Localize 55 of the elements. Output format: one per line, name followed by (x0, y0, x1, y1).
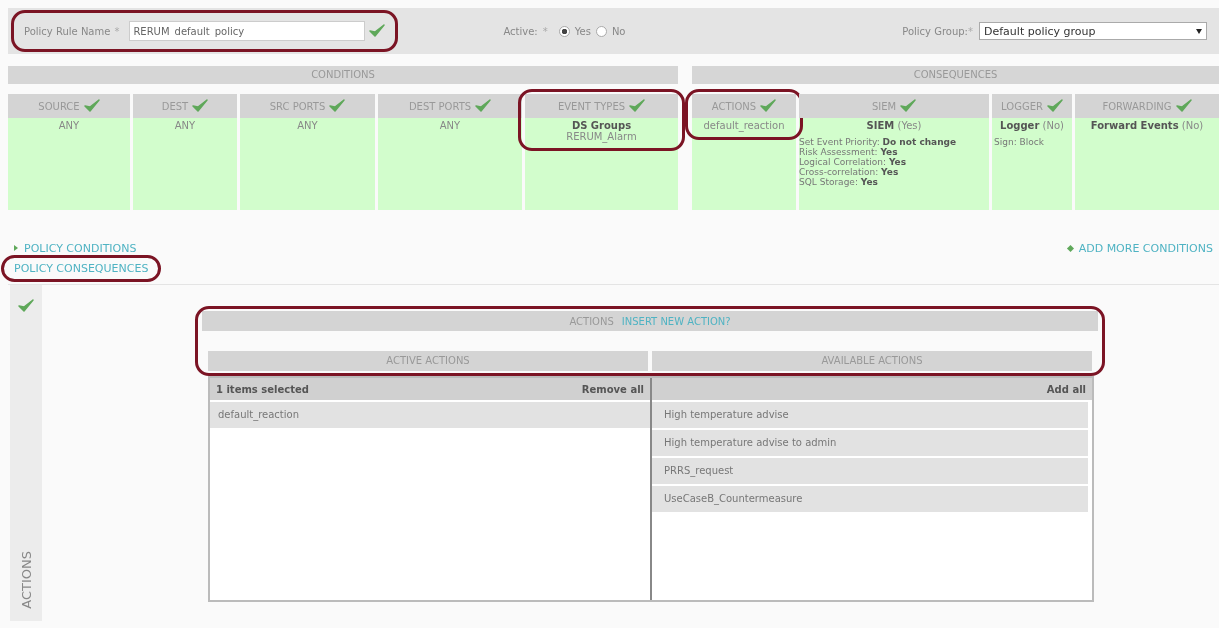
required-mark: * (114, 25, 120, 37)
column-header: ACTIVE ACTIONS (208, 351, 648, 371)
column-header: SIEM (799, 94, 989, 118)
cell-text: Forward Events (No) (1089, 120, 1205, 131)
cell-text: ANY (173, 120, 197, 131)
cell-text: DS Groups (571, 120, 632, 131)
column-header: DEST PORTS (378, 94, 522, 118)
cell-text: RERUM_Alarm (565, 131, 638, 142)
cell-text: ANY (57, 120, 81, 131)
field-label: Policy Group: (902, 25, 968, 37)
column-header: SOURCE (8, 94, 130, 118)
group-dropdown[interactable]: Default policy group (979, 22, 1207, 40)
column-header: FORWARDING (1075, 94, 1219, 118)
action-item[interactable]: High temperature advise (652, 402, 1088, 428)
radio-button[interactable] (558, 25, 570, 37)
cell-text: Logger (No) (999, 120, 1065, 131)
detail-text: SQL Storage: Yes (799, 177, 879, 187)
name-field[interactable]: RERUM_default_policy (129, 21, 366, 41)
side-tab[interactable]: ACTIONS (10, 285, 42, 621)
detail-text: Logical Correlation: Yes (799, 157, 908, 167)
section-header: CONSEQUENCES (692, 66, 1219, 84)
required-mark: * (542, 25, 548, 37)
column-header: ACTIONS (692, 94, 796, 118)
radio-label: No (611, 25, 626, 37)
detail-text: Sign: Block (994, 137, 1045, 147)
column-header: DEST (133, 94, 237, 118)
cell-text: SIEM (Yes) (865, 120, 923, 131)
section-header: ACTIONS INSERT NEW ACTION? (202, 311, 1098, 331)
column-header: LOGGER (992, 94, 1072, 118)
action-item[interactable]: default_reaction (210, 402, 650, 428)
remove-all-button[interactable]: Remove all (581, 383, 644, 395)
radio-button[interactable] (595, 25, 607, 37)
add-all-button[interactable]: Add all (1046, 383, 1086, 395)
action-item[interactable]: UseCaseB_Countermeasure (652, 486, 1088, 512)
required-mark: * (968, 25, 973, 37)
action-item[interactable]: PRRS_request (652, 458, 1088, 484)
section-link[interactable]: POLICY CONSEQUENCES (8, 259, 155, 277)
detail-text: Cross-correlation: Yes (799, 167, 900, 177)
cell-text: default_reaction (702, 120, 786, 131)
detail-text: Risk Assessment: Yes (799, 147, 899, 157)
section-link[interactable]: POLICY CONDITIONS (8, 239, 143, 257)
selection-count: 1 items selected (216, 383, 309, 395)
action-item[interactable]: High temperature advise to admin (652, 430, 1088, 456)
caret-icon (1196, 28, 1202, 34)
field-label: Policy Rule Name (24, 25, 111, 37)
column-header: SRC PORTS (240, 94, 375, 118)
section-header: CONDITIONS (8, 66, 678, 84)
field-label: Active: (503, 25, 538, 37)
cell-text: ANY (296, 120, 319, 131)
radio-label: Yes (574, 25, 591, 37)
add-conditions-link[interactable]: ADD MORE CONDITIONS (1061, 239, 1219, 257)
column-header: AVAILABLE ACTIONS (652, 351, 1092, 371)
detail-text: Set Event Priority: Do not change (799, 137, 958, 147)
column-header: EVENT TYPES (525, 94, 678, 118)
cell-text: ANY (438, 120, 462, 131)
